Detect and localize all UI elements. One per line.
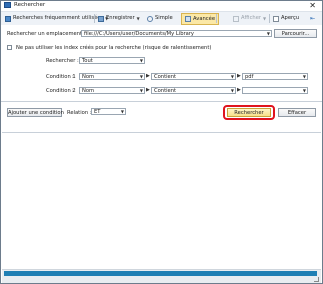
recent-searches-button[interactable]: Recherches fréquemment utilisées ▼ (5, 14, 108, 23)
chevron-down-icon: ▼ (136, 16, 140, 21)
chevron-down-icon: ▼ (266, 31, 270, 36)
condition-2-field-select[interactable]: Nom ▼ (79, 87, 145, 94)
scope-label: Rechercher : (46, 58, 79, 64)
condition-1-operator-select[interactable]: Contient ▼ (151, 73, 236, 80)
recent-searches-icon (5, 15, 11, 22)
index-checkbox[interactable] (7, 45, 12, 50)
save-icon (98, 15, 104, 22)
condition-1-field-select[interactable]: Nom ▼ (79, 73, 145, 80)
window-title: Rechercher (14, 2, 46, 8)
scope-value: Tout (82, 58, 93, 64)
save-label: Enregistrer (106, 15, 135, 21)
index-checkbox-label: Ne pas utiliser les index créés pour la … (16, 45, 212, 51)
browse-button[interactable]: Parcourir... (274, 29, 317, 38)
location-field[interactable]: file:///C:/Users/user/Documents/My Libra… (81, 30, 272, 37)
results-area (2, 132, 321, 269)
chevron-down-icon: ▼ (120, 109, 124, 114)
toolbar-separator (269, 14, 270, 23)
recent-searches-label: Recherches fréquemment utilisées (13, 15, 104, 21)
condition-2-operator-select[interactable]: Contient ▼ (151, 87, 236, 94)
relation-select[interactable]: ET ▼ (91, 108, 126, 115)
toolbar-separator (216, 14, 217, 23)
preview-button[interactable]: Aperçu (273, 14, 299, 23)
app-icon (4, 2, 11, 8)
advanced-label: Avancée (193, 15, 216, 22)
chevron-down-icon: ▼ (139, 88, 143, 93)
colon: : (72, 88, 74, 94)
arrow-right-icon: ▶ (146, 87, 150, 93)
arrow-right-icon: ▶ (237, 87, 241, 93)
condition-1-field-value: Nom (82, 74, 95, 80)
resize-grip-icon[interactable] (314, 277, 319, 282)
chevron-down-icon: ▼ (139, 74, 143, 79)
location-label: Rechercher un emplacement : (7, 31, 86, 37)
toolbar-separator (94, 14, 95, 23)
display-label: Afficher (241, 15, 262, 21)
pin-icon[interactable]: ⇤ (310, 14, 315, 23)
display-icon (233, 15, 239, 22)
condition-1-value-input[interactable]: pdf ▼ (242, 73, 308, 80)
arrow-right-icon: ▶ (146, 73, 150, 79)
search-criteria-panel: Rechercher un emplacement : file:///C:/U… (1, 25, 322, 131)
colon: : (72, 74, 74, 80)
preview-checkbox-icon (273, 15, 279, 22)
simple-label: Simple (155, 15, 173, 21)
condition-2-field-value: Nom (82, 88, 95, 94)
clear-button[interactable]: Effacer (278, 108, 316, 117)
chevron-down-icon: ▼ (302, 88, 306, 93)
chevron-down-icon: ▼ (263, 16, 267, 21)
simple-mode-button[interactable]: Simple (147, 14, 173, 23)
condition-1-value: pdf (245, 74, 254, 80)
add-condition-button[interactable]: Ajouter une condition (7, 108, 64, 117)
relation-label: Relation : (67, 110, 92, 116)
condition-2-value-input[interactable]: ▼ (242, 87, 308, 94)
close-icon[interactable]: ✕ (309, 1, 316, 10)
arrow-right-icon: ▶ (237, 73, 241, 79)
condition-2-operator-value: Contient (154, 88, 177, 94)
relation-value: ET (94, 109, 101, 115)
advanced-search-icon (185, 16, 191, 22)
chevron-down-icon: ▼ (230, 74, 234, 79)
location-value: file:///C:/Users/user/Documents/My Libra… (84, 31, 195, 37)
search-window: Rechercher ✕ Recherches fréquemment util… (0, 0, 323, 284)
advanced-mode-button[interactable]: Avancée (181, 13, 220, 25)
chevron-down-icon: ▼ (230, 88, 234, 93)
section-divider (1, 101, 322, 102)
search-button[interactable]: Rechercher (227, 108, 271, 117)
simple-search-icon (147, 15, 153, 22)
save-button[interactable]: Enregistrer ▼ (98, 14, 140, 23)
display-button[interactable]: Afficher ▼ (233, 14, 266, 23)
title-bar: Rechercher ✕ (1, 1, 322, 10)
preview-label: Aperçu (281, 15, 300, 21)
scope-select[interactable]: Tout ▼ (79, 57, 145, 64)
toolbar: Recherches fréquemment utilisées ▼ Enreg… (1, 11, 322, 26)
chevron-down-icon: ▼ (302, 74, 306, 79)
condition-1-operator-value: Contient (154, 74, 177, 80)
horizontal-scrollbar[interactable] (4, 271, 317, 276)
chevron-down-icon: ▼ (139, 58, 143, 63)
